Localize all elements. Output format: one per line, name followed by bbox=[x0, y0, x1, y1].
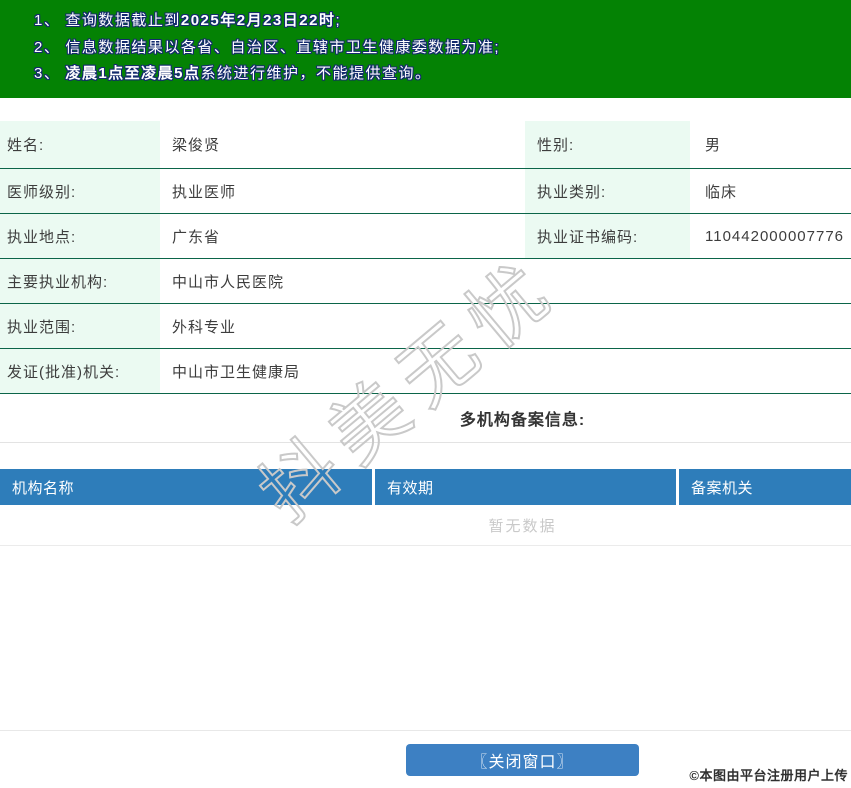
table-row-main-institution: 主要执业机构: 中山市人民医院 bbox=[0, 259, 851, 304]
field-value-issuing-authority: 中山市卫生健康局 bbox=[172, 363, 301, 381]
notice-line-1: 1、 查询数据截止到2025年2月23日22时; bbox=[34, 8, 851, 35]
field-label-main-institution: 主要执业机构: bbox=[0, 259, 160, 303]
field-label-practice-scope: 执业范围: bbox=[0, 304, 160, 348]
notice-number: 3、 bbox=[34, 65, 61, 82]
field-value-gender: 男 bbox=[705, 137, 722, 154]
table-row-issuing-authority: 发证(批准)机关: 中山市卫生健康局 bbox=[0, 349, 851, 394]
table-row-place-certno: 执业地点: 广东省 执业证书编码: 110442000007776 bbox=[0, 214, 851, 259]
field-value-practice-category: 临床 bbox=[705, 183, 738, 201]
notice-banner: 1、 查询数据截止到2025年2月23日22时; 2、 信息数据结果以各省、自治区、… bbox=[0, 0, 851, 98]
filing-section-title: 多机构备案信息: bbox=[459, 412, 586, 429]
field-label-issuing-authority: 发证(批准)机关: bbox=[0, 349, 160, 393]
table-row-practice-scope: 执业范围: 外科专业 bbox=[0, 304, 851, 349]
column-header-validity-period: 有效期 bbox=[375, 469, 676, 505]
no-data-text: 暂无数据 bbox=[488, 517, 557, 535]
field-value-practice-scope: 外科专业 bbox=[172, 318, 237, 336]
filing-empty-row: 暂无数据 bbox=[0, 505, 851, 546]
notice-text-tail: ; bbox=[335, 12, 342, 29]
field-value-main-institution: 中山市人民医院 bbox=[172, 273, 285, 291]
table-row-level-category: 医师级别: 执业医师 执业类别: 临床 bbox=[0, 169, 851, 214]
field-value-name: 梁俊贤 bbox=[172, 137, 221, 154]
notice-text-tail: 系统进行维护，不能提供查询。 bbox=[200, 65, 432, 82]
notice-text-bold: 2025年2月23日22时 bbox=[180, 12, 336, 29]
column-header-filing-authority: 备案机关 bbox=[679, 469, 851, 505]
notice-line-3: 3、 凌晨1点至凌晨5点系统进行维护，不能提供查询。 bbox=[34, 61, 851, 88]
field-label-certificate-number: 执业证书编码: bbox=[525, 214, 690, 258]
close-window-button[interactable]: 〖关闭窗口〗 bbox=[406, 744, 639, 776]
copyright-watermark: ©本图由平台注册用户上传 bbox=[689, 768, 848, 783]
notice-line-2: 2、 信息数据结果以各省、自治区、直辖市卫生健康委数据为准; bbox=[34, 35, 851, 62]
spacer bbox=[0, 546, 851, 731]
notice-text: 查询数据截止到 bbox=[65, 12, 181, 29]
column-header-institution-name: 机构名称 bbox=[0, 469, 372, 505]
notice-number: 1、 bbox=[34, 12, 61, 29]
filing-table-header: 机构名称 有效期 备案机关 bbox=[0, 469, 851, 505]
filing-section-title-row: 多机构备案信息: bbox=[0, 394, 851, 443]
field-value-certificate-number: 110442000007776 bbox=[705, 227, 845, 245]
notice-text: 信息数据结果以各省、自治区、直辖市卫生健康委数据为准; bbox=[65, 38, 501, 56]
table-row-name-gender: 姓名: 梁俊贤 性别: 男 bbox=[0, 121, 851, 169]
doctor-info-table: 姓名: 梁俊贤 性别: 男 医师级别: 执业医师 执业类别: 临床 执业地点: … bbox=[0, 121, 851, 394]
page-container: 1、 查询数据截止到2025年2月23日22时; 2、 信息数据结果以各省、自治区、… bbox=[0, 0, 851, 776]
field-value-doctor-level: 执业医师 bbox=[172, 183, 237, 201]
notice-number: 2、 bbox=[34, 38, 61, 56]
field-value-practice-place: 广东省 bbox=[172, 228, 221, 246]
field-label-doctor-level: 医师级别: bbox=[0, 169, 160, 213]
field-label-practice-place: 执业地点: bbox=[0, 214, 160, 258]
field-label-practice-category: 执业类别: bbox=[525, 169, 690, 213]
field-label-gender: 性别: bbox=[525, 121, 690, 168]
notice-text-bold: 凌晨1点至凌晨5点 bbox=[65, 65, 201, 82]
field-label-name: 姓名: bbox=[0, 121, 160, 168]
